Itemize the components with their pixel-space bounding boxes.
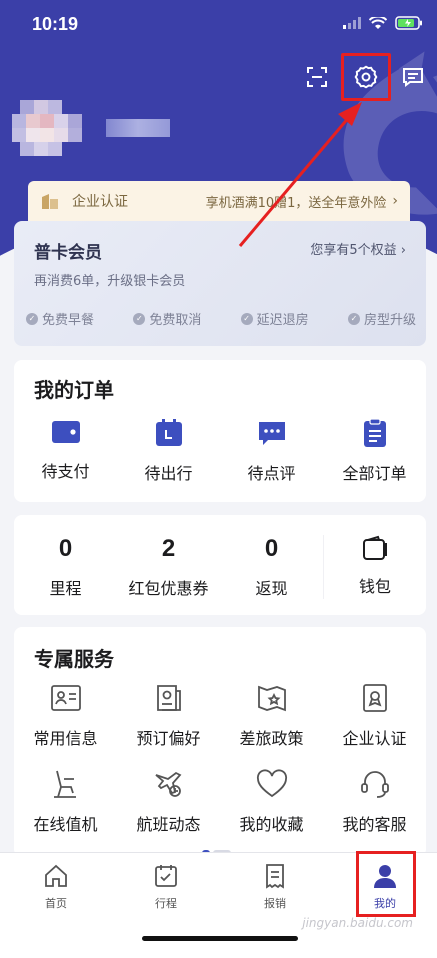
order-pending-travel[interactable]: 待出行 [117, 418, 220, 484]
cashback-stat[interactable]: 0 返现 [220, 535, 323, 599]
member-perks: ✓ 免费早餐 ✓ 免费取消 ✓ 延迟退房 ✓ 房型升级 [26, 309, 416, 328]
perk-item: ✓ 免费早餐 [26, 309, 94, 328]
member-card[interactable]: 普卡会员 您享有5个权益 › 再消费6单，升级银卡会员 ✓ 免费早餐 ✓ 免费取消 … [14, 221, 426, 346]
home-icon [45, 864, 67, 887]
status-time: 10:19 [32, 14, 79, 34]
wallet-entry[interactable]: 钱包 [323, 535, 426, 599]
battery-icon [395, 16, 422, 30]
certificate-icon [362, 684, 387, 712]
member-benefits-link[interactable]: 您享有5个权益 › [310, 239, 406, 258]
headset-icon [360, 771, 389, 798]
services-card: 专属服务 常用信息 预订偏好 差旅政策 企业认证 在线值机 航班动态 我的收藏 … [14, 627, 426, 857]
clipboard-icon [363, 418, 386, 447]
service-enterprise-cert[interactable]: 企业认证 [323, 683, 426, 749]
stats-card: 0 里程 2 红包优惠券 0 返现 钱包 [14, 515, 426, 615]
heart-icon [256, 769, 287, 798]
order-all[interactable]: 全部订单 [323, 418, 426, 484]
chevron-right-icon: › [392, 193, 398, 209]
tab-home[interactable]: 首页 [16, 863, 96, 911]
enterprise-cert-bar[interactable]: 企业认证 享机酒满10赠1，送全年意外险 › [28, 181, 410, 221]
wifi-icon [369, 16, 387, 29]
perk-item: ✓ 免费取消 [133, 309, 201, 328]
watermark: jingyan.baidu.com [302, 916, 413, 930]
id-card-icon [50, 685, 81, 711]
orders-card: 我的订单 待支付 待出行 待点评 全部订单 [14, 360, 426, 502]
building-icon [42, 194, 58, 209]
check-icon: ✓ [26, 312, 38, 325]
flight-icon [154, 771, 181, 797]
home-indicator [142, 936, 298, 941]
check-icon: ✓ [240, 312, 253, 325]
service-online-checkin[interactable]: 在线值机 [14, 769, 117, 835]
settings-icon[interactable] [341, 53, 391, 101]
status-icons [343, 16, 423, 30]
seat-icon [53, 770, 76, 798]
chat-icon [258, 422, 285, 445]
check-icon: ✓ [133, 312, 146, 325]
order-pending-payment[interactable]: 待支付 [14, 418, 117, 484]
cert-promo: 享机酒满10赠1，送全年意外险 [205, 195, 387, 211]
calendar-icon [155, 419, 182, 446]
chevron-right-icon: › [400, 243, 406, 258]
orders-title: 我的订单 [34, 378, 114, 402]
avatar[interactable] [12, 92, 82, 162]
scan-icon[interactable] [300, 60, 334, 94]
signal-icon [343, 17, 361, 29]
tab-highlight-box [356, 851, 416, 917]
service-booking-preference[interactable]: 预订偏好 [117, 683, 220, 749]
itinerary-icon [155, 865, 177, 887]
policy-icon [257, 685, 286, 712]
message-icon[interactable] [396, 60, 430, 94]
order-pending-review[interactable]: 待点评 [220, 418, 323, 484]
check-icon: ✓ [347, 312, 360, 325]
service-flight-status[interactable]: 航班动态 [117, 769, 220, 835]
service-customer-support[interactable]: 我的客服 [323, 769, 426, 835]
reimburse-icon [266, 864, 284, 889]
member-upgrade-progress: 再消费6单，升级银卡会员 [34, 274, 186, 289]
tab-itinerary[interactable]: 行程 [126, 863, 206, 911]
wallet-icon [51, 421, 80, 443]
tab-reimburse[interactable]: 报销 [235, 863, 315, 911]
username-blurred [106, 119, 170, 137]
perk-item: ✓ 房型升级 [347, 309, 416, 328]
service-travel-policy[interactable]: 差旅政策 [220, 683, 323, 749]
member-level: 普卡会员 [34, 243, 102, 263]
coupons-stat[interactable]: 2 红包优惠券 [117, 535, 220, 599]
services-title: 专属服务 [34, 647, 114, 671]
service-common-info[interactable]: 常用信息 [14, 683, 117, 749]
mileage-stat[interactable]: 0 里程 [14, 535, 117, 599]
perk-item: ✓ 延迟退房 [240, 309, 309, 328]
preference-icon [156, 685, 181, 711]
cert-label: 企业认证 [72, 194, 128, 210]
service-my-favorites[interactable]: 我的收藏 [220, 769, 323, 835]
wallet-outline-icon [363, 535, 387, 560]
